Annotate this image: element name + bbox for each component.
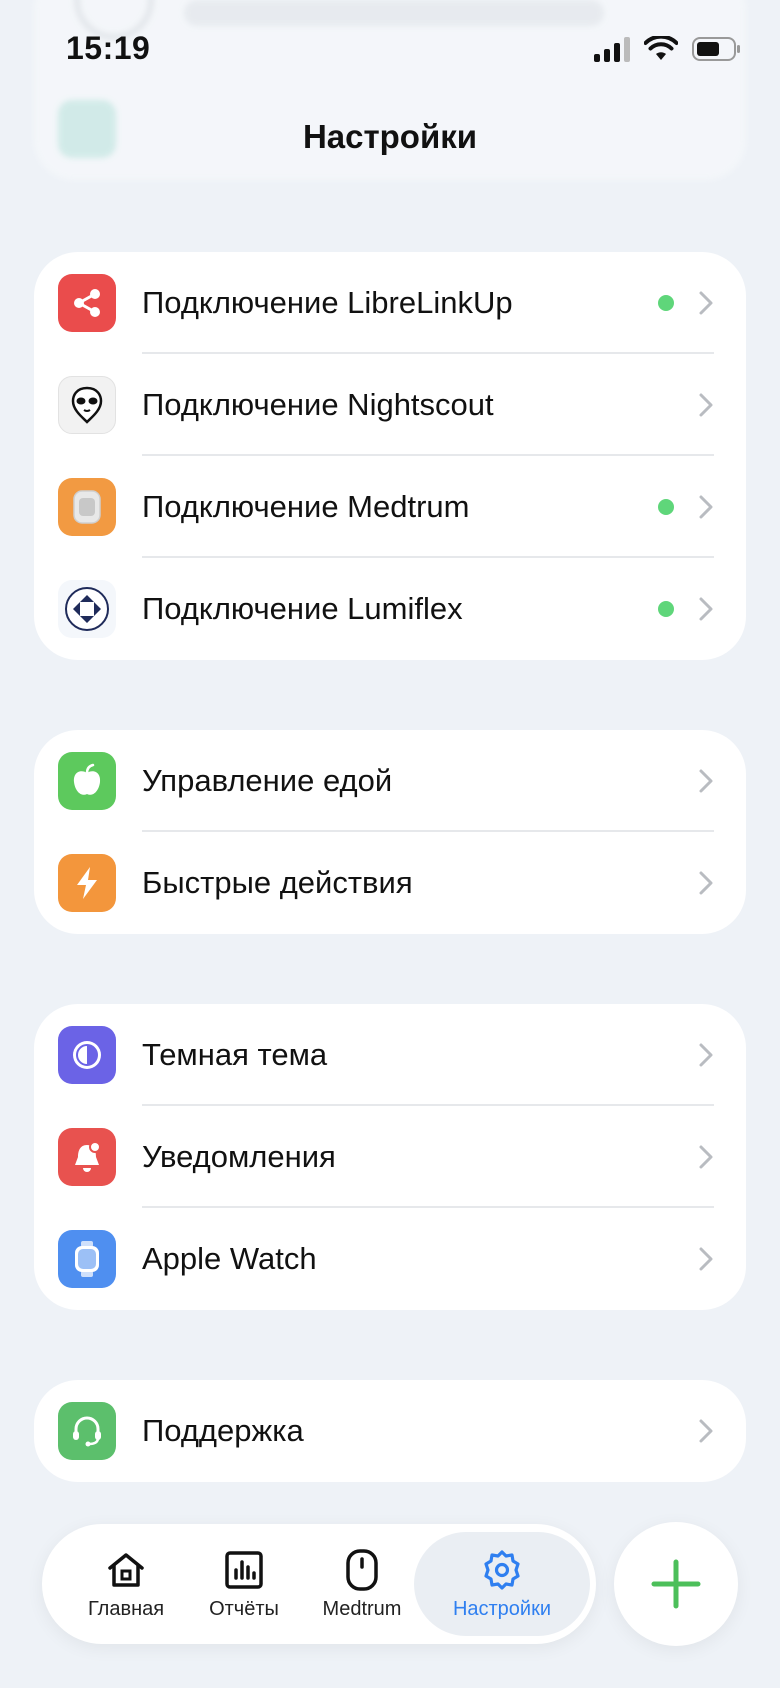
- connections-card: Подключение LibreLinkUp Подключение Nigh…: [34, 252, 746, 660]
- food-management-row[interactable]: Управление едой: [34, 730, 746, 832]
- add-button[interactable]: [614, 1522, 738, 1646]
- row-label: Темная тема: [142, 1037, 328, 1072]
- nightscout-row[interactable]: Подключение Nightscout: [34, 354, 746, 456]
- tab-bar: Главная Отчёты Medtrum Настройки: [42, 1524, 596, 1644]
- wifi-icon: [644, 36, 678, 62]
- row-label: Подключение LibreLinkUp: [142, 285, 513, 320]
- chevron-right-icon: [699, 495, 713, 519]
- status-icons: [594, 36, 742, 62]
- tab-label: Отчёты: [209, 1597, 279, 1620]
- settings-gear-icon: [484, 1549, 520, 1590]
- row-label: Уведомления: [142, 1139, 336, 1174]
- tab-label: Настройки: [452, 1597, 552, 1620]
- support-card: Поддержка: [34, 1380, 746, 1482]
- quick-actions-row[interactable]: Быстрые действия: [34, 832, 746, 934]
- watch-icon: [58, 1230, 116, 1288]
- chevron-right-icon: [699, 769, 713, 793]
- row-label: Быстрые действия: [142, 865, 413, 900]
- lumiflex-icon: [58, 580, 116, 638]
- chevron-right-icon: [699, 1419, 713, 1443]
- plus-icon: [651, 1559, 701, 1609]
- connected-status-dot: [658, 499, 674, 515]
- bell-icon: [58, 1128, 116, 1186]
- tab-label: Главная: [87, 1597, 165, 1620]
- chevron-right-icon: [699, 597, 713, 621]
- tab-label: Medtrum: [322, 1597, 402, 1620]
- alien-icon: [58, 376, 116, 434]
- chevron-right-icon: [699, 291, 713, 315]
- row-label: Поддержка: [142, 1413, 304, 1448]
- tab-settings[interactable]: Настройки: [414, 1532, 590, 1636]
- battery-icon: [692, 36, 742, 62]
- dark-theme-row[interactable]: Темная тема: [34, 1004, 746, 1106]
- headset-icon: [58, 1402, 116, 1460]
- signal-icon: [594, 36, 630, 62]
- page-title: Настройки: [302, 118, 478, 155]
- medtrum-icon: [346, 1548, 378, 1591]
- row-label: Подключение Medtrum: [142, 489, 470, 524]
- apple-icon: [58, 752, 116, 810]
- dark-theme-icon: [58, 1026, 116, 1084]
- tab-home[interactable]: Главная: [70, 1532, 182, 1636]
- lightning-icon: [58, 854, 116, 912]
- tab-reports[interactable]: Отчёты: [188, 1532, 300, 1636]
- chevron-right-icon: [699, 1145, 713, 1169]
- status-time: 15:19: [66, 30, 151, 66]
- row-label: Подключение Lumiflex: [142, 591, 463, 626]
- row-label: Подключение Nightscout: [142, 387, 494, 422]
- status-bar: 15:19: [0, 0, 780, 100]
- notifications-row[interactable]: Уведомления: [34, 1106, 746, 1208]
- food-actions-card: Управление едой Быстрые действия: [34, 730, 746, 934]
- chart-icon: [225, 1550, 263, 1589]
- chevron-right-icon: [699, 1247, 713, 1271]
- preferences-card: Темная тема Уведомления Apple Watch: [34, 1004, 746, 1310]
- chevron-right-icon: [699, 393, 713, 417]
- chevron-right-icon: [699, 1043, 713, 1067]
- librelinkup-row[interactable]: Подключение LibreLinkUp: [34, 252, 746, 354]
- connected-status-dot: [658, 601, 674, 617]
- row-label: Управление едой: [142, 763, 393, 798]
- medtrum-device-icon: [58, 478, 116, 536]
- connected-status-dot: [658, 295, 674, 311]
- apple-watch-row[interactable]: Apple Watch: [34, 1208, 746, 1310]
- tab-medtrum[interactable]: Medtrum: [306, 1532, 418, 1636]
- home-icon: [108, 1552, 144, 1587]
- share-icon: [58, 274, 116, 332]
- medtrum-connection-row[interactable]: Подключение Medtrum: [34, 456, 746, 558]
- chevron-right-icon: [699, 871, 713, 895]
- support-row[interactable]: Поддержка: [34, 1380, 746, 1482]
- row-label: Apple Watch: [142, 1241, 317, 1276]
- lumiflex-row[interactable]: Подключение Lumiflex: [34, 558, 746, 660]
